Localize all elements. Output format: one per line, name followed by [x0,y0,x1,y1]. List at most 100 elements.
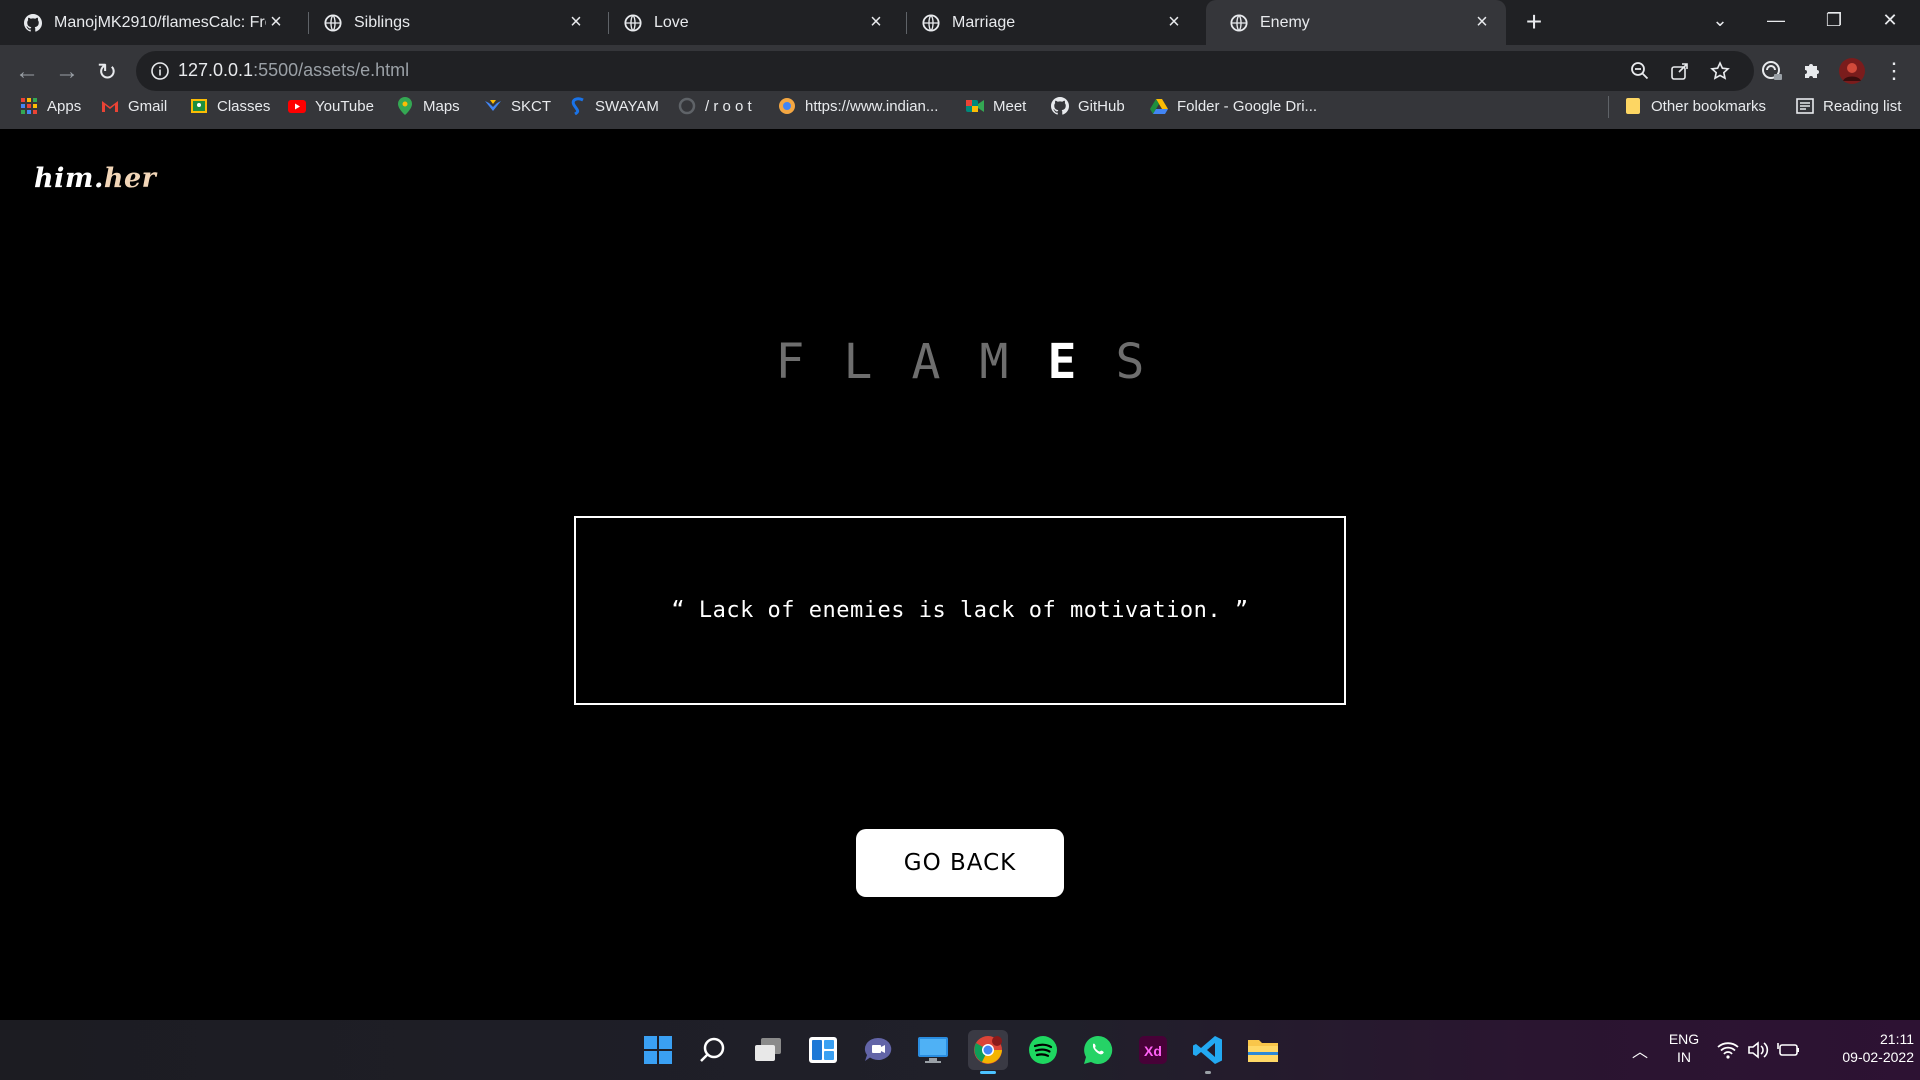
clock[interactable]: 21:11 09-02-2022 [1808,1030,1914,1066]
flames-letter-e-highlighted: E [1047,334,1077,390]
skct-icon [484,97,502,115]
desktop-icon[interactable] [913,1030,953,1070]
tab-search-icon[interactable]: ⌄ [1692,0,1748,40]
tab-marriage[interactable]: Marriage × [898,0,1198,45]
restore-icon[interactable]: ❐ [1806,0,1862,40]
language-code: ENG [1668,1031,1700,1047]
minimize-icon[interactable]: — [1748,0,1804,40]
close-tab-icon[interactable]: × [866,11,886,33]
widgets-icon[interactable] [803,1030,843,1070]
bookmark-label: Classes [217,97,271,115]
zoom-icon[interactable] [1628,59,1652,83]
chrome-icon[interactable] [968,1030,1008,1070]
bookmark-label: Reading list [1823,97,1902,115]
bookmark-google-drive[interactable]: Folder - Google Dri... [1150,94,1317,118]
bookmark-gmail[interactable]: Gmail [101,94,167,118]
extensions-puzzle-icon[interactable] [1796,55,1828,87]
google-drive-icon [1150,97,1168,115]
bookmark-youtube[interactable]: YouTube [288,94,374,118]
back-icon[interactable]: ← [8,53,46,91]
go-back-button[interactable]: GO BACK [856,829,1064,897]
bookmark-label: Meet [993,97,1027,115]
teams-chat-icon[interactable] [858,1030,898,1070]
address-bar[interactable]: 127.0.0.1:5500/assets/e.html [136,51,1754,91]
bookmark-label: https://www.indian... [805,97,939,115]
whatsapp-icon[interactable] [1078,1030,1118,1070]
windows-start-icon[interactable] [638,1030,678,1070]
new-tab-button[interactable]: + [1518,6,1550,38]
bookmark-github[interactable]: GitHub [1051,94,1125,118]
input-language-indicator[interactable]: ENG IN [1664,1030,1704,1066]
classroom-icon [190,97,208,115]
menu-kebab-icon[interactable]: ⋮ [1878,55,1910,87]
share-icon[interactable] [1668,59,1692,83]
url-text[interactable]: 127.0.0.1:5500/assets/e.html [178,60,409,81]
bookmark-label: Folder - Google Dri... [1177,97,1318,115]
globe-icon [324,13,342,32]
chevron-up-icon[interactable]: ︿ [1628,1039,1652,1061]
flames-letter-s: S [1115,334,1145,390]
volume-icon[interactable] [1746,1039,1770,1061]
clock-date: 09-02-2022 [1842,1049,1914,1065]
close-tab-icon[interactable]: × [1164,11,1184,33]
spotify-icon[interactable] [1023,1030,1063,1070]
bookmark-label: Apps [47,97,82,115]
root-icon [678,97,696,115]
swayam-icon [568,97,586,115]
close-tab-icon[interactable]: × [566,11,586,33]
profile-avatar[interactable] [1836,55,1868,87]
search-icon[interactable] [693,1030,733,1070]
folder-icon [1624,97,1642,115]
github-icon [1051,97,1069,115]
bookmark-label: YouTube [315,97,374,115]
maps-icon [396,97,414,115]
forward-icon[interactable]: → [48,53,86,91]
bookmark-apps[interactable]: Apps [20,94,81,118]
bookmark-other-bookmarks[interactable]: Other bookmarks [1624,94,1766,118]
bookmark-classes[interactable]: Classes [190,94,270,118]
tab-siblings[interactable]: Siblings × [300,0,600,45]
bookmark-maps[interactable]: Maps [396,94,460,118]
reading-list-button[interactable]: Reading list [1796,94,1901,118]
svg-text:Xd: Xd [1144,1043,1162,1059]
globe-icon [624,13,642,32]
running-app-indicator [1205,1071,1211,1074]
flames-letter-a: A [911,334,941,390]
wifi-icon[interactable] [1716,1039,1740,1061]
bookmark-swayam[interactable]: SWAYAM [568,94,659,118]
adobe-xd-icon[interactable]: Xd [1133,1030,1173,1070]
bookmark-root[interactable]: / r o o t [678,94,752,118]
windows-taskbar: Xd ︿ ENG IN 21:11 09-02-2022 [0,1020,1920,1080]
bookmark-star-icon[interactable] [1708,59,1732,83]
tab-github[interactable]: ManojMK2910/flamesCalc: Front × [0,0,300,45]
tab-title: ManojMK2910/flamesCalc: Front [54,13,266,31]
bookmark-label: / r o o t [705,97,752,115]
battery-icon[interactable] [1776,1039,1800,1061]
site-info-icon[interactable] [150,61,170,81]
bookmark-indian[interactable]: https://www.indian... [778,94,938,118]
close-tab-icon[interactable]: × [266,11,286,33]
vscode-icon[interactable] [1188,1030,1228,1070]
reload-icon[interactable]: ↻ [88,53,126,91]
extension-icon[interactable] [1756,55,1788,87]
reading-list-icon [1796,97,1814,115]
quote-text: “ Lack of enemies is lack of motivation.… [671,598,1249,623]
globe-icon [1230,13,1248,32]
github-icon [24,13,42,32]
site-logo[interactable]: him.her [34,163,156,194]
indian-site-icon [778,97,796,115]
flames-heading: F L A M E S [0,334,1920,390]
tab-enemy[interactable]: Enemy × [1206,0,1506,45]
close-window-icon[interactable]: ✕ [1862,0,1918,40]
close-tab-icon[interactable]: × [1472,11,1492,33]
bookmark-meet[interactable]: Meet [966,94,1026,118]
bookmark-skct[interactable]: SKCT [484,94,551,118]
url-host: 127.0.0.1 [178,60,254,80]
apps-grid-icon [20,97,38,115]
logo-text: him. [34,163,104,194]
file-explorer-icon[interactable] [1243,1030,1283,1070]
page-content: him.her F L A M E S “ Lack of enemies is… [0,129,1920,1020]
task-view-icon[interactable] [748,1030,788,1070]
tab-love[interactable]: Love × [600,0,900,45]
bookmark-label: Other bookmarks [1651,97,1767,115]
